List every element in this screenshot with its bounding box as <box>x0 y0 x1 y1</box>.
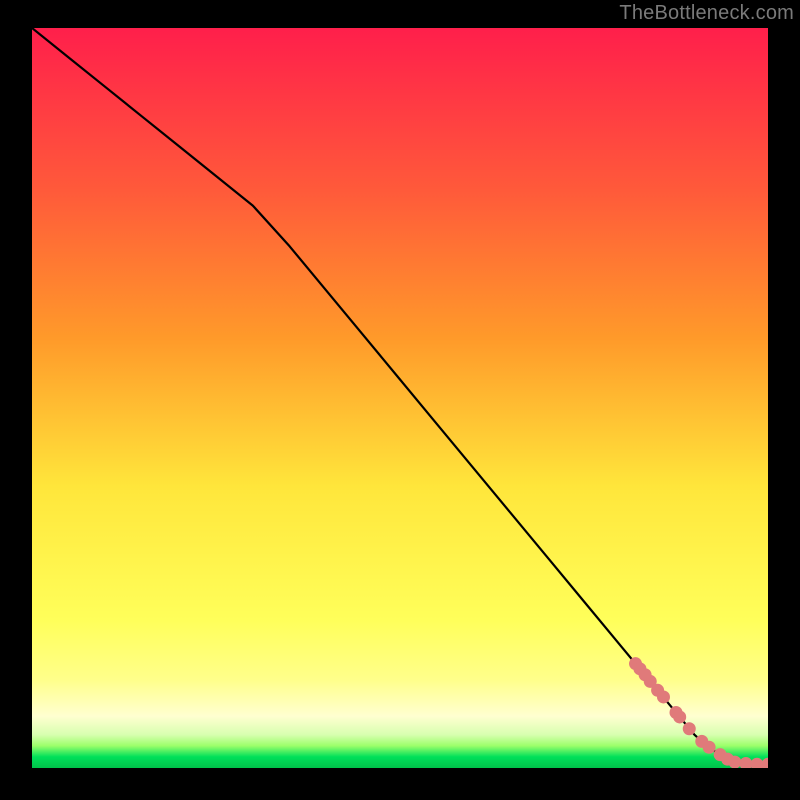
data-point <box>657 690 670 703</box>
data-point <box>728 756 741 768</box>
data-point <box>703 741 716 754</box>
plot-area <box>32 28 768 768</box>
data-point <box>683 722 696 735</box>
gradient-background <box>32 28 768 768</box>
chart-frame: TheBottleneck.com <box>0 0 800 800</box>
chart-svg <box>32 28 768 768</box>
data-point <box>673 710 686 723</box>
attribution-label: TheBottleneck.com <box>619 2 794 25</box>
